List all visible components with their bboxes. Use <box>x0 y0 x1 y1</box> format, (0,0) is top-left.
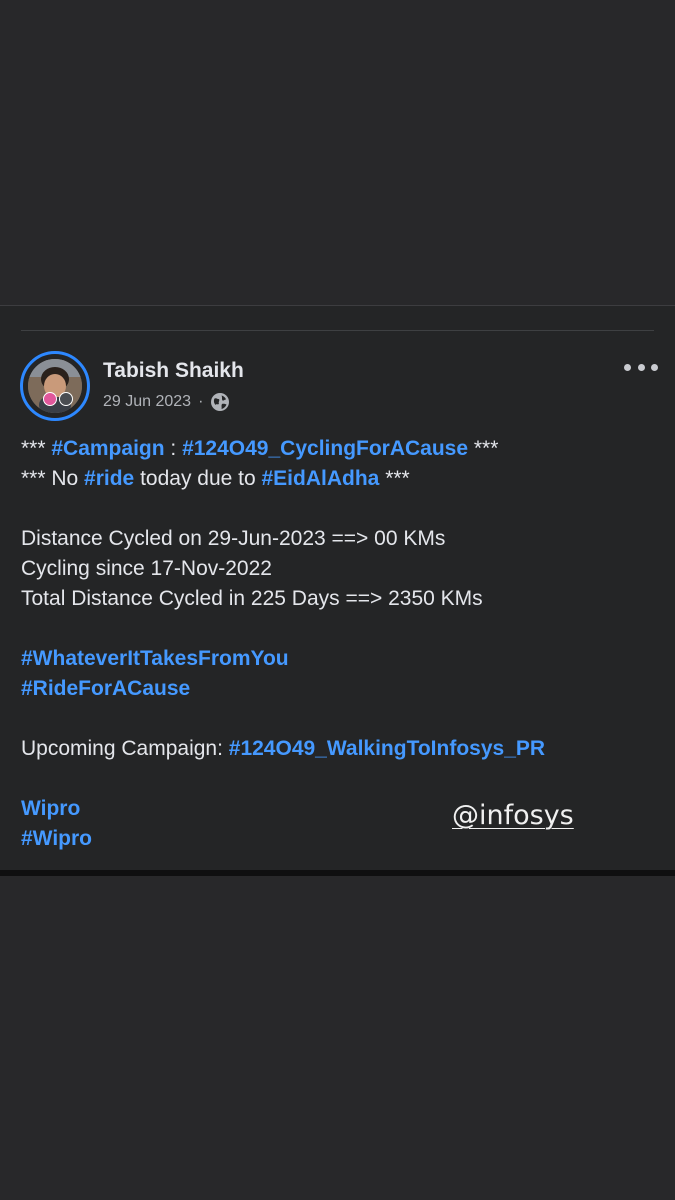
meta-separator: · <box>198 393 204 410</box>
post-card: Tabish Shaikh 29 Jun 2023 · *** #Campaig… <box>0 306 675 870</box>
hashtag-link[interactable]: #WhateverItTakesFromYou <box>21 647 289 670</box>
hashtag-link[interactable]: #ride <box>84 467 134 490</box>
frame-badge-icon <box>43 392 57 406</box>
post-meta: 29 Jun 2023 · <box>103 392 230 412</box>
author-name[interactable]: Tabish Shaikh <box>103 359 244 383</box>
post-date[interactable]: 29 Jun 2023 <box>103 393 191 411</box>
hashtag-link[interactable]: #RideForACause <box>21 677 190 700</box>
mention-link[interactable]: Wipro <box>21 797 80 820</box>
more-options-icon[interactable] <box>624 360 658 374</box>
avatar-badges <box>43 392 73 406</box>
hashtag-link[interactable]: #Wipro <box>21 827 92 850</box>
profile-avatar[interactable] <box>20 351 90 421</box>
hashtag-link[interactable]: #Campaign <box>51 437 164 460</box>
card-divider <box>21 330 654 331</box>
total-line: Total Distance Cycled in 225 Days ==> 23… <box>21 587 483 610</box>
upcoming-line: Upcoming Campaign: #124O49_WalkingToInfo… <box>21 737 546 760</box>
since-line: Cycling since 17-Nov-2022 <box>21 557 272 580</box>
no-ride-line: *** No #ride today due to #EidAlAdha *** <box>21 467 410 490</box>
globe-icon[interactable] <box>210 392 230 412</box>
group-badge-icon <box>59 392 73 406</box>
hashtag-link[interactable]: #EidAlAdha <box>262 467 380 490</box>
bottom-divider <box>0 870 675 876</box>
hashtag-link[interactable]: #124O49_WalkingToInfosys_PR <box>229 737 545 760</box>
watermark-text: @infosys <box>452 800 574 831</box>
distance-line: Distance Cycled on 29-Jun-2023 ==> 00 KM… <box>21 527 446 550</box>
hashtag-link[interactable]: #124O49_CyclingForACause <box>182 437 468 460</box>
campaign-line: *** #Campaign : #124O49_CyclingForACause… <box>21 437 499 460</box>
post-body: *** #Campaign : #124O49_CyclingForACause… <box>21 434 641 854</box>
